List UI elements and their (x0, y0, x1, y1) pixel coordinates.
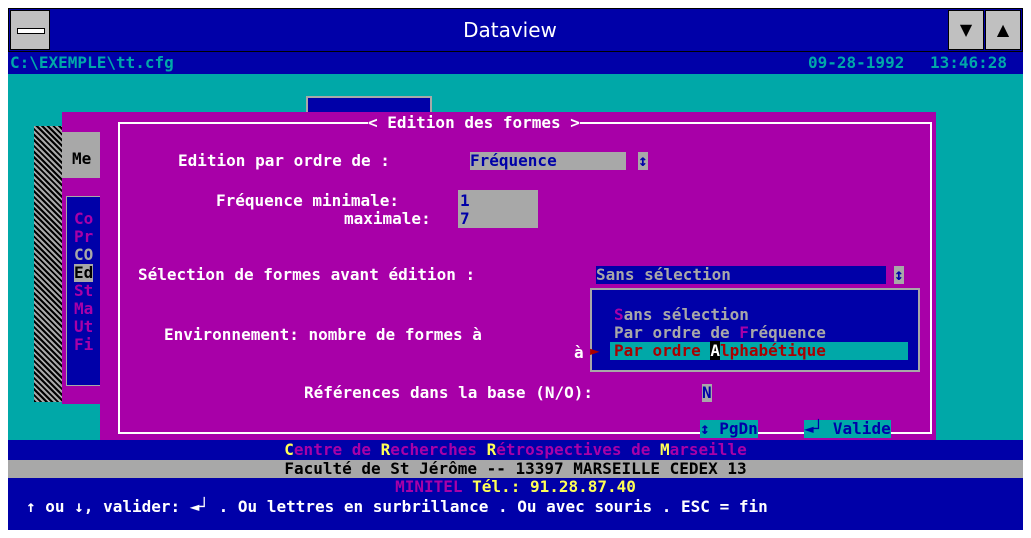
option-text: lphabétique (719, 341, 826, 360)
hotkey-letter: R (486, 440, 497, 459)
freq-min-label: Fréquence minimale: (216, 191, 400, 210)
freq-max-label: maximale: (344, 209, 431, 228)
selection-label: Sélection de formes avant édition : (138, 265, 476, 284)
hotkey-letter: A (710, 341, 720, 360)
edition-order-field[interactable]: Fréquence (470, 152, 626, 170)
help-line: ↑ ou ↓, valider: ◄┘ . Ou lettres en surb… (26, 497, 768, 516)
footer-tel-line: MINITEL Tél.: 91.28.87.40 (8, 478, 1023, 496)
references-label: Références dans la base (N/O): (304, 383, 593, 402)
enter-icon: ◄┘ (804, 419, 824, 438)
hotkey-letter: S (614, 305, 624, 324)
option-text: Par ordre (614, 341, 711, 360)
date-display: 09-28-1992 (808, 53, 905, 72)
environment-label-2: à (574, 343, 584, 362)
freq-max-field[interactable]: 7 (460, 210, 470, 228)
main-menu-title: Me (72, 149, 92, 168)
menu-item[interactable]: St (74, 282, 93, 300)
minitel-label: MINITEL (395, 477, 463, 496)
valide-label: Valide (832, 419, 891, 438)
menu-item[interactable]: Fi (74, 336, 93, 354)
footer-text: entre de (293, 440, 381, 459)
system-menu-button[interactable] (10, 10, 50, 50)
dropdown-option-sans[interactable]: Sans sélection (614, 306, 749, 324)
references-field[interactable]: N (702, 384, 712, 402)
option-text: réquence (748, 323, 826, 342)
menu-item[interactable]: Co (74, 210, 93, 228)
window-title: Dataview (463, 18, 557, 42)
menu-item[interactable]: Pr (74, 228, 93, 246)
footer-text: étrospectives de (496, 440, 660, 459)
option-text: Par ordre de (614, 323, 740, 342)
maximize-button[interactable]: ▲ (985, 10, 1021, 50)
environment-label: Environnement: nombre de formes à (164, 325, 482, 344)
footer-line2: Faculté de St Jérôme -- 13397 MARSEILLE … (284, 459, 747, 478)
edition-order-label: Edition par ordre de : (178, 151, 390, 170)
pgdn-label: PgDn (719, 419, 758, 438)
footer-text: arseille (669, 440, 747, 459)
minimize-button[interactable]: ▼ (948, 10, 984, 50)
updown-icon: ↕ (700, 419, 710, 438)
dialog-title: < Edition des formes > (368, 113, 580, 132)
telephone: Tél.: 91.28.87.40 (472, 477, 636, 496)
menu-item[interactable]: Ut (74, 318, 93, 336)
hotkey-letter: M (660, 440, 670, 459)
hotkey-letter: C (284, 440, 294, 459)
selection-field[interactable]: Sans sélection (596, 266, 886, 284)
footer-line1: Centre de Recherches Rétrospectives de M… (8, 441, 1023, 459)
freq-input-box (458, 190, 538, 228)
valide-button[interactable]: ◄┘ Valide (804, 420, 891, 438)
dropdown-option-alphabetique[interactable]: Par ordre Alphabétique (614, 341, 826, 360)
hotkey-letter: R (380, 440, 391, 459)
footer-text: echerches (390, 440, 487, 459)
menu-item[interactable]: CO (74, 246, 93, 264)
menu-item[interactable]: Ma (74, 300, 93, 318)
pgdn-button[interactable]: ↕ PgDn (700, 420, 758, 438)
system-menu-icon (17, 28, 45, 34)
updown-icon[interactable]: ↕ (894, 266, 904, 284)
time-display: 13:46:28 (930, 53, 1008, 72)
dropdown-option-frequence[interactable]: Par ordre de Fréquence (614, 324, 826, 342)
freq-min-field[interactable]: 1 (460, 192, 470, 210)
menu-shadow (34, 126, 64, 402)
option-text: ans sélection (623, 305, 749, 324)
config-path: C:\EXEMPLE\tt.cfg (10, 53, 174, 72)
pointer-icon: ► (590, 341, 600, 360)
menu-item-selected[interactable]: Ed (74, 264, 94, 282)
hotkey-letter: F (739, 323, 749, 342)
updown-icon[interactable]: ↕ (638, 152, 648, 170)
